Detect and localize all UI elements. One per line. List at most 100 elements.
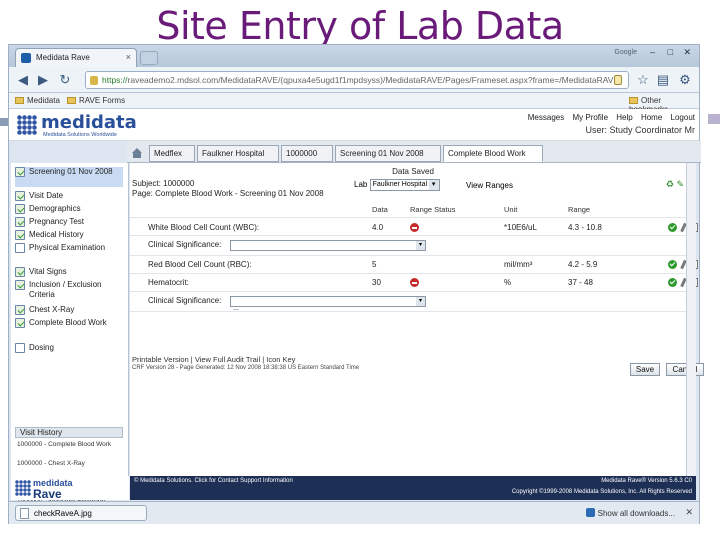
clin-sig-select[interactable]: ... ▾ <box>230 296 426 312</box>
sidebar-item-label: Screening 01 Nov 2008 <box>29 167 113 176</box>
wbc-value[interactable]: 4.0 <box>372 223 383 232</box>
download-item[interactable]: checkRaveA.jpg <box>15 505 147 521</box>
hematocrit-range: 37 - 48 <box>568 278 593 287</box>
sidebar-item-vital-signs[interactable]: Vital Signs <box>15 267 123 277</box>
slide-title: Site Entry of Lab Data <box>156 4 564 48</box>
messages-link[interactable]: Messages <box>528 113 564 122</box>
breadcrumb-folder[interactable]: Screening 01 Nov 2008 <box>335 145 441 162</box>
form-action-icons[interactable]: ♻ ✎ <box>666 179 684 190</box>
favicon-icon <box>21 53 31 63</box>
hematocrit-value[interactable]: 30 <box>372 278 381 287</box>
sidebar-item-label: Demographics <box>29 204 81 213</box>
browser-toolbar: ◀ ▶ ↻ https://raveademo2.mdsol.com/Medid… <box>9 67 699 93</box>
sidebar-item-label: Pregnancy Test <box>29 217 84 226</box>
printable-links[interactable]: Printable Version | View Full Audit Trai… <box>132 355 295 364</box>
hematocrit-unit: % <box>504 278 512 287</box>
back-button[interactable]: ◀ <box>15 72 31 88</box>
show-all-downloads-link[interactable]: Show all downloads... <box>585 508 675 518</box>
sidebar-item-screening[interactable]: Screening 01 Nov 2008 <box>15 167 123 187</box>
chevron-down-icon: ▾ <box>416 297 425 306</box>
sidebar-item-demographics[interactable]: Demographics <box>15 204 123 214</box>
support-link[interactable]: © Medidata Solutions. Click for Contact … <box>134 478 293 484</box>
sidebar-item-inclusion-exclusion[interactable]: Inclusion / Exclusion Criteria <box>15 280 123 300</box>
home-link[interactable]: Home <box>641 113 662 122</box>
url-scheme: https:// <box>102 75 128 85</box>
column-header-range-status: Range Status <box>410 205 456 214</box>
address-bar[interactable]: https://raveademo2.mdsol.com/MedidataRAV… <box>85 71 629 89</box>
status-ok-icon[interactable] <box>668 223 677 232</box>
form-complete-icon <box>15 267 25 277</box>
sidebar-item-physical-examination[interactable]: Physical Examination <box>15 243 123 253</box>
history-item[interactable]: 1000000 - Chest X-Ray <box>17 460 123 468</box>
minimize-button[interactable]: – <box>650 47 655 57</box>
chevron-down-icon: ▾ <box>416 241 425 250</box>
lab-select-value: Faulkner Hospital # <box>372 181 433 188</box>
sidebar-item-label: Dosing <box>29 343 54 352</box>
scrollbar[interactable] <box>686 163 696 476</box>
logo-tagline: Medidata Solutions Worldwide <box>43 132 117 138</box>
breadcrumb-site[interactable]: Faulkner Hospital <box>197 145 279 162</box>
close-downloads-icon[interactable]: ✕ <box>685 507 693 518</box>
form-complete-icon <box>15 191 25 201</box>
column-header-unit: Unit <box>504 205 518 214</box>
status-ok-icon[interactable] <box>668 260 677 269</box>
logout-link[interactable]: Logout <box>671 113 695 122</box>
my-profile-link[interactable]: My Profile <box>572 113 608 122</box>
sidebar-item-chest-x-ray[interactable]: Chest X-Ray <box>15 305 123 315</box>
bookmark-label: Medidata <box>27 96 60 105</box>
rbc-range: 4.2 - 5.9 <box>568 260 598 269</box>
security-icon[interactable] <box>614 75 622 85</box>
sidebar-item-visit-date[interactable]: Visit Date <box>15 191 123 201</box>
medidata-logo: medidata <box>41 112 137 133</box>
sidebar-item-pregnancy-test[interactable]: Pregnancy Test <box>15 217 123 227</box>
maximize-button[interactable]: □ <box>668 47 673 57</box>
out-of-range-icon <box>410 223 419 232</box>
page-menu-icon[interactable]: ▤ <box>655 72 671 88</box>
out-of-range-icon <box>410 278 419 287</box>
copyright: Copyright ©1999-2008 Medidata Solutions,… <box>511 489 692 495</box>
form-icon <box>15 343 25 353</box>
breadcrumb-study[interactable]: Medflex <box>149 145 195 162</box>
version-info: Medidata Rave® Version 5.6.3 C0 <box>601 478 692 484</box>
page-label: Page: Complete Blood Work - Screening 01… <box>132 189 324 198</box>
clin-sig-label: Clinical Significance: <box>148 296 222 305</box>
form-complete-icon <box>15 305 25 315</box>
row-divider <box>130 273 696 274</box>
bookmark-star-icon[interactable]: ☆ <box>635 72 651 88</box>
sidebar-item-complete-blood-work[interactable]: Complete Blood Work <box>15 318 123 328</box>
breadcrumb: Medflex Faulkner Hospital 1000000 Screen… <box>127 141 701 163</box>
form-icon <box>15 243 25 253</box>
sidebar-item-medical-history[interactable]: Medical History <box>15 230 123 240</box>
new-tab-button[interactable] <box>140 51 158 65</box>
help-link[interactable]: Help <box>616 113 632 122</box>
close-window-button[interactable]: ✕ <box>683 47 691 58</box>
form-complete-icon <box>15 318 25 328</box>
breadcrumb-subject[interactable]: 1000000 <box>281 145 333 162</box>
tab-close-icon[interactable]: × <box>126 52 131 62</box>
tools-menu-icon[interactable]: ⚙ <box>677 72 693 88</box>
sidebar-item-label: Vital Signs <box>29 267 67 276</box>
browser-window: Medidata Rave × Google – □ ✕ ◀ ▶ ↻ https… <box>8 44 704 524</box>
forward-button[interactable]: ▶ <box>35 72 51 88</box>
clin-sig-select[interactable]: ▾ <box>230 240 426 251</box>
history-item[interactable]: 1000000 - Complete Blood Work <box>17 441 123 449</box>
cancel-button[interactable]: Cancel <box>666 363 704 376</box>
rbc-value[interactable]: 5 <box>372 260 376 269</box>
app-header: medidata Medidata Solutions Worldwide Me… <box>9 109 699 141</box>
row-divider <box>130 255 696 256</box>
bookmark-medidata[interactable]: Medidata <box>15 96 60 105</box>
url-text: raveademo2.mdsol.com/MedidataRAVE/(qpuxa… <box>127 75 620 85</box>
view-ranges-link[interactable]: View Ranges <box>466 181 513 190</box>
lab-select[interactable]: Faulkner Hospital # ▾ <box>369 179 440 191</box>
bookmark-rave-forms[interactable]: RAVE Forms <box>67 96 125 105</box>
breadcrumb-form[interactable]: Complete Blood Work <box>443 145 543 162</box>
sidebar-item-dosing[interactable]: Dosing <box>15 343 123 353</box>
bookmarks-bar: Medidata RAVE Forms Other bookmarks <box>9 93 699 114</box>
form-area: Data Saved Subject: 1000000 Page: Comple… <box>130 163 704 476</box>
save-button[interactable]: Save <box>630 363 660 376</box>
home-icon[interactable] <box>131 147 143 159</box>
reload-button[interactable]: ↻ <box>57 72 73 88</box>
browser-tab[interactable]: Medidata Rave × <box>15 48 137 67</box>
status-ok-icon[interactable] <box>668 278 677 287</box>
slide-accent-right <box>708 114 720 124</box>
